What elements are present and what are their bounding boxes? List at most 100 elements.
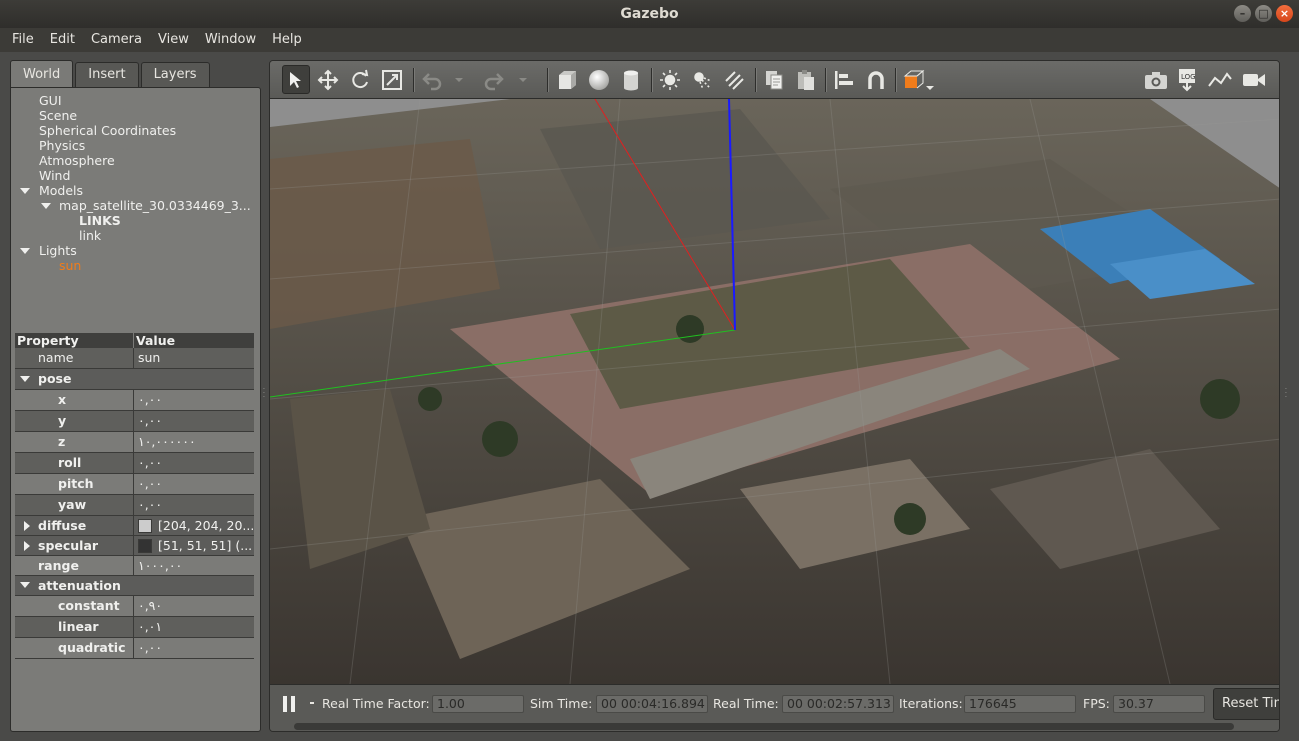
expand-arrow-icon[interactable] — [20, 248, 30, 254]
tab-layers[interactable]: Layers — [140, 62, 210, 87]
translate-mode-icon[interactable] — [314, 65, 342, 94]
property-group-specular[interactable]: specular [51, 51, 51] (... — [15, 536, 254, 556]
collapse-arrow-icon[interactable] — [20, 376, 30, 382]
redo-history-icon[interactable] — [514, 65, 532, 94]
screenshot-icon[interactable] — [1142, 65, 1170, 94]
right-splitter-grip-icon[interactable]: · · · — [1285, 387, 1288, 402]
property-value[interactable]: ٠,٠٠ — [134, 495, 254, 515]
fps-field: 30.37 — [1113, 695, 1205, 713]
menu-edit[interactable]: Edit — [42, 28, 83, 52]
expand-arrow-icon[interactable] — [24, 541, 30, 551]
horizontal-scrollbar[interactable] — [294, 723, 1234, 730]
tree-item-spherical-coordinates[interactable]: Spherical Coordinates — [11, 123, 260, 138]
property-value[interactable]: ٠,٠٠ — [134, 453, 254, 473]
snap-icon[interactable] — [862, 65, 890, 94]
undo-icon[interactable] — [418, 65, 446, 94]
tree-item-link[interactable]: link — [11, 228, 260, 243]
property-value[interactable]: ١٠٠٠,٠٠ — [134, 556, 254, 575]
scale-mode-icon[interactable] — [378, 65, 406, 94]
property-row-roll[interactable]: roll ٠,٠٠ — [15, 453, 254, 474]
paste-icon[interactable] — [792, 65, 820, 94]
property-value[interactable]: [51, 51, 51] (... — [134, 536, 254, 555]
copy-icon[interactable] — [760, 65, 788, 94]
sphere-shape-icon[interactable] — [585, 65, 613, 94]
maximize-button[interactable]: □ — [1255, 5, 1272, 22]
menu-help[interactable]: Help — [264, 28, 310, 52]
property-value[interactable]: ٠,٩٠ — [134, 596, 254, 616]
property-value[interactable]: ٠,٠٠ — [134, 474, 254, 494]
tree-item-sun[interactable]: sun — [11, 258, 260, 273]
tree-item-atmosphere[interactable]: Atmosphere — [11, 153, 260, 168]
property-group-diffuse[interactable]: diffuse [204, 204, 20... — [15, 516, 254, 536]
step-button[interactable] — [310, 702, 314, 704]
menu-camera[interactable]: Camera — [83, 28, 150, 52]
property-row-range[interactable]: range ١٠٠٠,٠٠ — [15, 556, 254, 576]
property-row-name[interactable]: name sun — [15, 348, 254, 369]
pause-icon[interactable] — [280, 694, 300, 716]
menu-view[interactable]: View — [150, 28, 197, 52]
diffuse-color-swatch[interactable] — [138, 519, 152, 533]
tree-item-label: Wind — [39, 168, 71, 183]
tree-item-wind[interactable]: Wind — [11, 168, 260, 183]
tab-insert[interactable]: Insert — [75, 62, 139, 87]
tree-item-model-map-satellite[interactable]: map_satellite_30.0334469_3... — [11, 198, 260, 213]
3d-scene-viewport[interactable] — [270, 99, 1279, 684]
property-value[interactable]: ٠,٠٠ — [134, 390, 254, 410]
point-light-icon[interactable] — [656, 65, 684, 94]
rotate-mode-icon[interactable] — [346, 65, 374, 94]
tree-item-lights[interactable]: Lights — [11, 243, 260, 258]
tab-world[interactable]: World — [10, 60, 74, 87]
view-angle-icon[interactable] — [900, 65, 936, 94]
toolbar-separator — [547, 68, 549, 92]
left-splitter-grip-icon[interactable]: · · · — [263, 387, 266, 402]
property-value[interactable]: sun — [134, 348, 254, 368]
log-icon[interactable]: LOG — [1174, 65, 1202, 94]
property-row-pitch[interactable]: pitch ٠,٠٠ — [15, 474, 254, 495]
specular-color-swatch[interactable] — [138, 539, 152, 553]
collapse-arrow-icon[interactable] — [20, 582, 30, 588]
directional-light-icon[interactable] — [720, 65, 748, 94]
redo-icon[interactable] — [480, 65, 508, 94]
property-table-header: Property Value — [15, 333, 254, 348]
reset-time-button[interactable]: Reset Time — [1213, 688, 1279, 720]
minimize-button[interactable]: – — [1234, 5, 1251, 22]
align-icon[interactable] — [830, 65, 858, 94]
property-row-x[interactable]: x ٠,٠٠ — [15, 390, 254, 411]
property-group-attenuation[interactable]: attenuation — [15, 576, 254, 596]
window-title: Gazebo — [620, 6, 679, 22]
expand-arrow-icon[interactable] — [20, 188, 30, 194]
property-value[interactable]: ٠,٠٠ — [134, 411, 254, 431]
video-record-icon[interactable] — [1240, 65, 1268, 94]
plot-icon[interactable] — [1206, 65, 1234, 94]
select-mode-icon[interactable] — [282, 65, 310, 94]
menu-file[interactable]: File — [4, 28, 42, 52]
box-shape-icon[interactable] — [553, 65, 581, 94]
cylinder-shape-icon[interactable] — [617, 65, 645, 94]
property-value[interactable]: ٠,٠١ — [134, 617, 254, 637]
tree-item-scene[interactable]: Scene — [11, 108, 260, 123]
expand-arrow-icon[interactable] — [41, 203, 51, 209]
tree-item-label: Models — [39, 183, 84, 198]
property-value[interactable]: [204, 204, 20... — [134, 516, 254, 535]
expand-arrow-icon[interactable] — [24, 521, 30, 531]
tree-cluster — [676, 315, 704, 343]
property-value[interactable]: ٠,٠٠ — [134, 638, 254, 658]
svg-text:LOG: LOG — [1181, 73, 1196, 81]
property-row-y[interactable]: y ٠,٠٠ — [15, 411, 254, 432]
property-row-quadratic[interactable]: quadratic ٠,٠٠ — [15, 638, 254, 659]
menu-window[interactable]: Window — [197, 28, 264, 52]
tree-item-physics[interactable]: Physics — [11, 138, 260, 153]
property-value[interactable]: ١٠,٠٠٠٠٠٠ — [134, 432, 254, 452]
property-row-z[interactable]: z ١٠,٠٠٠٠٠٠ — [15, 432, 254, 453]
property-label: name — [38, 350, 74, 365]
close-button[interactable]: × — [1276, 5, 1293, 22]
tree-item-models[interactable]: Models — [11, 183, 260, 198]
tree-item-links-header: LINKS — [11, 213, 260, 228]
property-row-yaw[interactable]: yaw ٠,٠٠ — [15, 495, 254, 516]
tree-item-gui[interactable]: GUI — [11, 93, 260, 108]
spot-light-icon[interactable] — [688, 65, 716, 94]
property-row-constant[interactable]: constant ٠,٩٠ — [15, 596, 254, 617]
property-group-pose[interactable]: pose — [15, 369, 254, 390]
undo-history-icon[interactable] — [450, 65, 468, 94]
property-row-linear[interactable]: linear ٠,٠١ — [15, 617, 254, 638]
